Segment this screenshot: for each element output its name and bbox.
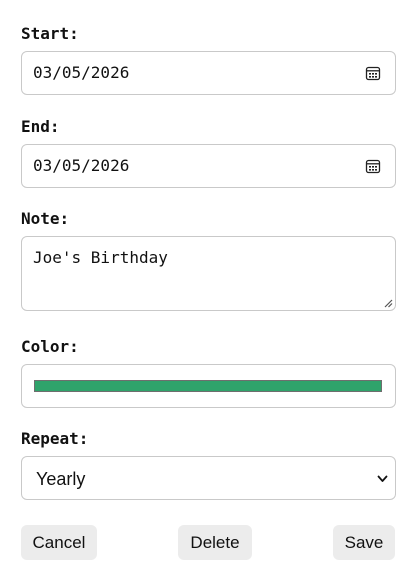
start-date-input[interactable]: 03/05/2026: [21, 51, 396, 95]
color-input[interactable]: [21, 364, 396, 408]
end-date-value: 03/05/2026: [33, 156, 130, 175]
delete-button[interactable]: Delete: [178, 525, 252, 560]
end-date-input[interactable]: 03/05/2026: [21, 144, 396, 188]
calendar-icon[interactable]: [365, 65, 381, 81]
repeat-select[interactable]: Yearly: [21, 456, 396, 500]
end-label: End:: [21, 117, 60, 136]
save-button[interactable]: Save: [333, 525, 395, 560]
event-edit-form: Start: 03/05/2026 End: 03/05/2026 Note: …: [0, 0, 417, 577]
note-label: Note:: [21, 209, 70, 228]
chevron-down-icon: [377, 475, 388, 482]
color-label: Color:: [21, 337, 79, 356]
repeat-selected-value: Yearly: [36, 469, 86, 489]
start-label: Start:: [21, 24, 79, 43]
note-value: Joe's Birthday: [33, 248, 168, 267]
resize-handle-icon[interactable]: [383, 298, 393, 308]
note-textarea[interactable]: Joe's Birthday: [21, 236, 396, 311]
start-date-value: 03/05/2026: [33, 63, 130, 82]
color-swatch: [34, 380, 382, 392]
cancel-button[interactable]: Cancel: [21, 525, 97, 560]
repeat-label: Repeat:: [21, 429, 89, 448]
calendar-icon[interactable]: [365, 158, 381, 174]
